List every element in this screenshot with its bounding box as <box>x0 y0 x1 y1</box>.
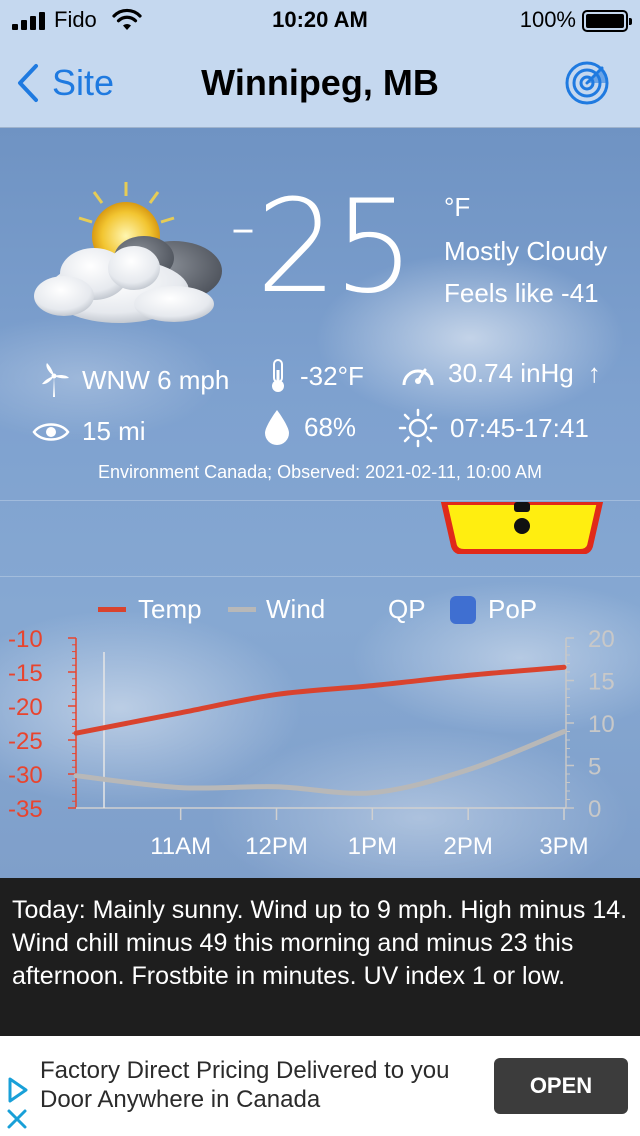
temp-legend-swatch <box>98 607 126 612</box>
condition-text: Mostly Cloudy <box>444 236 608 266</box>
dewpoint-metric: -32°F <box>268 358 364 394</box>
forecast-text: Today: Mainly sunny. Wind up to 9 mph. H… <box>0 878 640 1036</box>
ad-choices-icon[interactable] <box>6 1076 30 1104</box>
chevron-left-icon <box>18 64 38 102</box>
left-tick-label: -25 <box>8 728 43 755</box>
back-button-label: Site <box>52 62 115 103</box>
ad-banner[interactable]: Factory Direct Pricing Delivered to you … <box>0 1036 640 1136</box>
wind-turbine-icon <box>42 363 69 397</box>
weather-panel: -25 °F Mostly Cloudy Feels like -41 WNW … <box>0 128 640 878</box>
legend-qp-label: QP <box>388 594 426 624</box>
x-tick-label: 3PM <box>539 833 588 860</box>
legend-temp: Temp <box>98 594 202 625</box>
left-tick-label: -10 <box>8 626 43 653</box>
left-tick-label: -35 <box>8 796 43 823</box>
legend-temp-label: Temp <box>138 594 202 624</box>
temperature-sign: - <box>230 184 256 268</box>
radar-icon[interactable] <box>564 60 610 106</box>
wind-metric: WNW 6 mph <box>38 362 229 398</box>
x-tick-label: 11AM <box>150 833 211 860</box>
divider <box>0 576 640 577</box>
humidity-value: 68% <box>304 411 357 442</box>
data-source-text: Environment Canada; Observed: 2021-02-11… <box>98 462 542 482</box>
legend-qp: QP <box>388 594 426 625</box>
mostly-cloudy-icon <box>34 182 222 323</box>
sun-icon <box>398 408 438 448</box>
thermometer-icon <box>272 359 284 392</box>
legend-pop-label: PoP <box>488 594 538 624</box>
right-tick-label: 0 <box>588 796 601 823</box>
water-drop-icon <box>265 410 289 445</box>
hourly-chart: -10 -15 -20 -25 -30 -35 20 15 10 5 0 11AM 12PM 1PM 2PM… <box>8 626 615 860</box>
sun-times-value: 07:45-17:41 <box>450 412 589 443</box>
right-tick-label: 5 <box>588 754 601 781</box>
close-icon[interactable] <box>6 1108 28 1130</box>
left-tick-label: -20 <box>8 694 43 721</box>
battery-icon <box>582 10 632 32</box>
navigation-bar: Site Winnipeg, MB <box>0 40 640 128</box>
divider <box>0 500 640 501</box>
dewpoint-value: -32°F <box>300 360 364 391</box>
left-tick-label: -30 <box>8 762 43 789</box>
pressure-metric: 30.74 inHg ↑ <box>400 358 601 389</box>
legend-wind-label: Wind <box>266 594 326 624</box>
pop-legend-swatch <box>450 595 476 624</box>
status-bar: Fido 10:20 AM 100% <box>0 0 640 40</box>
temperature-value: 25 <box>255 173 415 322</box>
weather-warning-icon[interactable] <box>440 502 604 554</box>
wind-series-line <box>73 729 567 796</box>
humidity-metric: 68% <box>262 408 356 446</box>
ad-open-button[interactable]: OPEN <box>494 1058 628 1114</box>
eye-icon <box>32 422 70 441</box>
left-tick-label: -15 <box>8 660 43 687</box>
feels-like-text: Feels like -41 <box>444 278 599 308</box>
x-tick-label: 1PM <box>348 833 397 860</box>
wind-legend-swatch <box>228 607 256 612</box>
sunrise-sunset-metric: 07:45-17:41 <box>398 408 589 448</box>
x-tick-label: 2PM <box>443 833 492 860</box>
right-tick-label: 15 <box>588 669 615 696</box>
gauge-icon <box>402 368 434 385</box>
back-button[interactable]: Site <box>16 58 114 108</box>
visibility-metric: 15 mi <box>32 416 146 447</box>
wind-value: WNW 6 mph <box>82 364 230 395</box>
right-tick-label: 20 <box>588 626 615 653</box>
visibility-value: 15 mi <box>82 416 146 446</box>
temp-series-line <box>73 664 567 736</box>
pressure-value: 30.74 inHg <box>448 358 574 388</box>
legend-pop: PoP <box>450 594 537 625</box>
legend-wind: Wind <box>228 594 325 625</box>
current-temperature: -25 <box>230 184 415 312</box>
battery-percentage: 100% <box>519 7 576 32</box>
x-tick-label: 12PM <box>245 833 308 860</box>
ad-text[interactable]: Factory Direct Pricing Delivered to you … <box>40 1056 480 1114</box>
right-tick-label: 10 <box>588 711 615 738</box>
pressure-trend-arrow: ↑ <box>587 358 601 388</box>
temperature-unit: °F <box>444 192 471 222</box>
